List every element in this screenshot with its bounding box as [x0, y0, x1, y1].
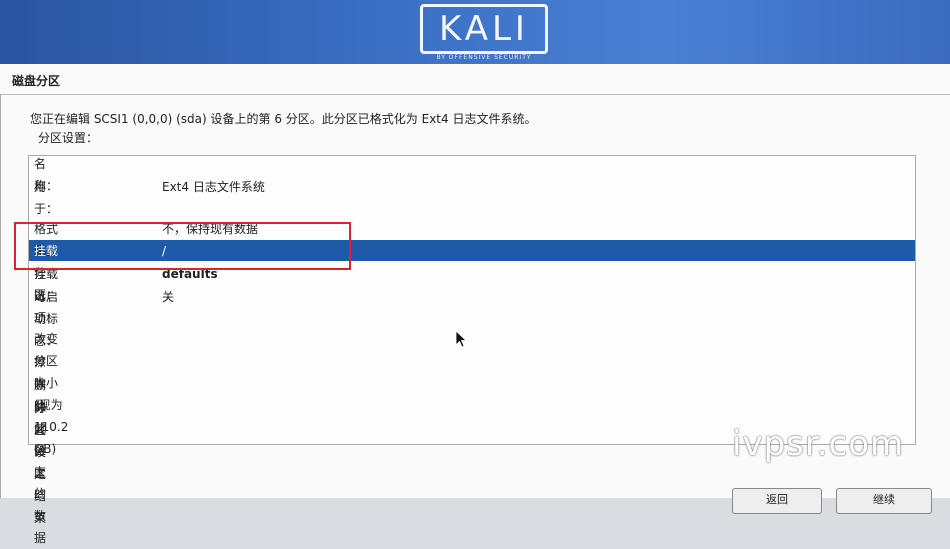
kali-logo: KALI: [420, 4, 548, 54]
mouse-cursor-icon: [455, 330, 467, 348]
setting-value: 关: [162, 290, 175, 304]
title-divider: [0, 94, 950, 95]
action-label: 分区设定结束: [34, 401, 47, 525]
setting-value: Ext4 日志文件系统: [162, 180, 265, 194]
partition-settings-heading: 分区设置：: [38, 131, 99, 145]
watermark: ivpsr.com: [732, 424, 905, 464]
partition-description: 您正在编辑 SCSI1 (0,0,0) (sda) 设备上的第 6 分区。此分区…: [30, 112, 537, 126]
kali-logo-subtitle: BY OFFENSIVE SECURITY: [436, 54, 532, 61]
page-title: 磁盘分区: [12, 74, 61, 88]
kali-banner: KALI BY OFFENSIVE SECURITY: [0, 0, 950, 64]
setting-label: 用于：: [34, 180, 59, 216]
back-button[interactable]: 返回: [732, 488, 822, 514]
continue-button[interactable]: 继续: [836, 488, 932, 514]
left-divider: [0, 94, 1, 498]
annotation-red-box: [14, 222, 351, 270]
kali-logo-text: KALI: [439, 9, 529, 49]
